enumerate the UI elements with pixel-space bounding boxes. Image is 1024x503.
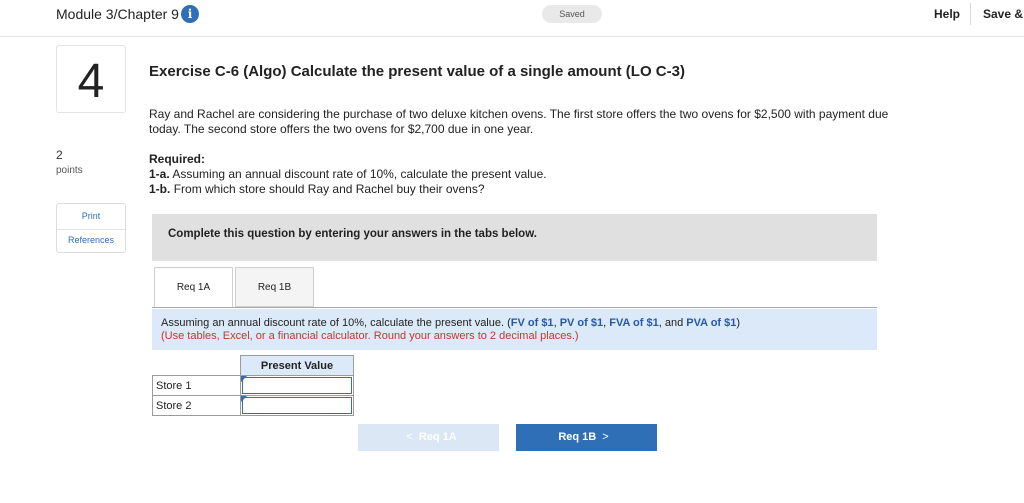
present-value-header: Present Value (240, 355, 354, 376)
points-label: points (56, 165, 83, 176)
info-icon[interactable]: i (181, 5, 199, 23)
exercise-intro: Ray and Rachel are considering the purch… (149, 107, 889, 136)
next-req-button[interactable]: Req 1B > (516, 424, 657, 451)
help-button[interactable]: Help (934, 7, 960, 21)
panel-prompt: Assuming an annual discount rate of 10%,… (161, 317, 740, 329)
table-row: Store 1 (152, 375, 354, 396)
requirement-1b: 1-b. From which store should Ray and Rac… (149, 182, 485, 196)
panel-prompt-end: ) (736, 317, 741, 329)
references-link[interactable]: References (57, 235, 125, 245)
prev-req-button[interactable]: < Req 1A (358, 424, 499, 451)
table-row: Store 2 (152, 395, 354, 416)
store-2-label: Store 2 (152, 395, 241, 416)
header-divider (970, 3, 971, 25)
save-exit-button[interactable]: Save & E (983, 7, 1024, 21)
store-2-cell (240, 395, 354, 416)
rounding-note: (Use tables, Excel, or a financial calcu… (161, 330, 579, 342)
side-links-divider (57, 229, 125, 230)
required-heading: Required: (149, 152, 206, 166)
input-flag-icon (241, 376, 247, 382)
module-title: Module 3/Chapter 9 (56, 6, 179, 22)
fva-of-1-link[interactable]: FVA of $1 (609, 317, 659, 329)
panel-prompt-text: Assuming an annual discount rate of 10%,… (161, 317, 511, 329)
tab-req-1b[interactable]: Req 1B (235, 267, 314, 307)
requirement-1b-text: From which store should Ray and Rachel b… (173, 182, 485, 196)
pv-of-1-link[interactable]: PV of $1 (560, 317, 603, 329)
instructions-bar: Complete this question by entering your … (152, 214, 877, 261)
pva-of-1-link[interactable]: PVA of $1 (686, 317, 736, 329)
table-header-row: Present Value (152, 355, 354, 376)
requirement-1a: 1-a. Assuming an annual discount rate of… (149, 167, 547, 181)
top-bar: Module 3/Chapter 9 i Saved Help Save & E (0, 0, 1024, 37)
next-req-label: Req 1B (558, 431, 597, 443)
input-flag-icon (241, 396, 247, 402)
exercise-title: Exercise C-6 (Algo) Calculate the presen… (149, 63, 685, 80)
store-1-label: Store 1 (152, 375, 241, 396)
store-2-present-value-input[interactable] (242, 397, 352, 414)
requirement-1b-tag: 1-b. (149, 182, 171, 196)
question-number-box: 4 (56, 45, 126, 113)
side-links-box: Print References (56, 203, 126, 253)
table-corner-cell (152, 355, 241, 376)
store-1-present-value-input[interactable] (242, 377, 352, 394)
points-value: 2 (56, 148, 63, 162)
question-number: 4 (77, 55, 105, 108)
chevron-left-icon: < (406, 431, 413, 443)
saved-status-badge: Saved (542, 5, 602, 23)
store-1-cell (240, 375, 354, 396)
tabs-underline (152, 307, 877, 308)
requirement-1a-tag: 1-a. (149, 167, 170, 181)
tab-req-1a[interactable]: Req 1A (154, 267, 233, 308)
question-panel: Assuming an annual discount rate of 10%,… (152, 309, 877, 350)
panel-sep: , and (658, 317, 687, 329)
prev-req-label: Req 1A (418, 431, 457, 443)
print-link[interactable]: Print (57, 211, 125, 221)
requirement-1a-text: Assuming an annual discount rate of 10%,… (172, 167, 547, 181)
chevron-right-icon: > (602, 431, 609, 443)
answer-table: Present Value Store 1 Store 2 (152, 355, 354, 416)
fv-of-1-link[interactable]: FV of $1 (511, 317, 554, 329)
instructions-text: Complete this question by entering your … (168, 228, 537, 240)
